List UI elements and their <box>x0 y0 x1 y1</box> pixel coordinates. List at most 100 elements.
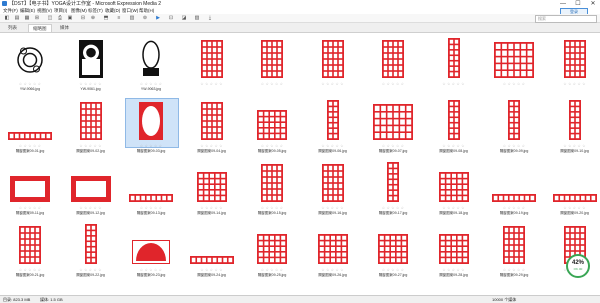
thumbnail-image[interactable] <box>261 164 283 204</box>
search-input[interactable]: 搜索 <box>535 15 597 23</box>
thumbnail-item[interactable]: ☆ ☆ ☆ ☆ ☆隔窗图案09-28.jpg <box>424 219 484 279</box>
thumbnail-item[interactable]: ☆ ☆ ☆ ☆ ☆隔窗图案09-11.jpg <box>0 157 60 217</box>
thumbnail-image[interactable] <box>17 42 43 80</box>
thumbnail-item[interactable]: ☆ ☆ ☆ ☆ ☆隔窗图案09-05.jpg <box>242 95 302 155</box>
thumbnail-item[interactable]: ☆ ☆ ☆ ☆ ☆隔窗图案09-06.jpg <box>303 95 363 155</box>
thumbnail-image[interactable] <box>19 226 41 266</box>
thumbnail-item[interactable]: ☆ ☆ ☆ ☆ ☆隔窗图案09-04.jpg <box>182 95 242 155</box>
thumbnail-image[interactable] <box>564 40 586 80</box>
thumbnail-item[interactable]: ☆ ☆ ☆ ☆ ☆隔窗图案09-10.jpg <box>545 95 600 155</box>
rating-stars[interactable]: ☆ ☆ ☆ ☆ ☆ <box>363 82 423 86</box>
thumbnail-item[interactable]: ☆ ☆ ☆ ☆ ☆YW-9061.jpg <box>61 33 121 93</box>
thumbnail-image[interactable] <box>201 40 223 80</box>
rating-stars[interactable]: ☆ ☆ ☆ ☆ ☆ <box>545 82 600 86</box>
thumbnail-item[interactable]: ☆ ☆ ☆ ☆ ☆隔窗图案09-17.jpg <box>363 157 423 217</box>
tab-thumbnails[interactable]: 缩略图 <box>28 24 52 32</box>
thumbnail-item[interactable]: ☆ ☆ ☆ ☆ ☆隔窗图案09-01.jpg <box>0 95 60 155</box>
thumbnail-image[interactable] <box>201 102 223 142</box>
rating-stars[interactable]: ☆ ☆ ☆ ☆ ☆ <box>0 82 60 86</box>
rating-stars[interactable]: ☆ ☆ ☆ ☆ ☆ <box>0 144 60 148</box>
rating-stars[interactable]: ☆ ☆ ☆ ☆ ☆ <box>242 268 302 272</box>
thumbnail-item[interactable]: ☆ ☆ ☆ ☆ ☆隔窗图案09-02.jpg <box>61 95 121 155</box>
tab-media[interactable]: 媒体 <box>56 24 73 31</box>
play-slideshow-button[interactable]: ▶ <box>154 15 162 21</box>
toolbar-btn-11[interactable]: ≡ <box>115 15 123 21</box>
thumbnail-item[interactable]: ☆ ☆ ☆ ☆ ☆YW-9066.jpg <box>0 33 60 93</box>
thumbnail-image[interactable] <box>79 40 103 80</box>
thumbnail-image[interactable] <box>141 38 161 80</box>
thumbnail-item[interactable]: ☆ ☆ ☆ ☆ ☆隔窗图案09-16.jpg <box>303 157 363 217</box>
toolbar-btn-4[interactable]: ⊞ <box>33 15 41 21</box>
thumbnail-item[interactable]: ☆ ☆ ☆ ☆ ☆隔窗图案09-20.jpg <box>545 157 600 217</box>
thumbnail-image[interactable] <box>508 100 520 142</box>
thumbnail-image[interactable] <box>439 234 469 266</box>
rating-stars[interactable]: ☆ ☆ ☆ ☆ ☆ <box>424 144 484 148</box>
thumbnail-item[interactable]: ☆ ☆ ☆ ☆ ☆隔窗图案09-25.jpg <box>242 219 302 279</box>
thumbnail-item[interactable]: ☆ ☆ ☆ ☆ ☆隔窗图案09-12.jpg <box>61 157 121 217</box>
toolbar-btn-3[interactable]: ▦ <box>23 15 31 21</box>
tab-list[interactable]: 列表 <box>4 24 21 31</box>
rating-stars[interactable]: ☆ ☆ ☆ ☆ ☆ <box>121 206 181 210</box>
thumbnail-item[interactable]: ☆ ☆ ☆ ☆ ☆隔窗图案09-23.jpg <box>121 219 181 279</box>
rating-stars[interactable]: ☆ ☆ ☆ ☆ ☆ <box>61 82 121 86</box>
thumbnail-item[interactable]: ☆ ☆ ☆ ☆ ☆隔窗图案09-07.jpg <box>363 95 423 155</box>
rating-stars[interactable]: ☆ ☆ ☆ ☆ ☆ <box>182 82 242 86</box>
rating-stars[interactable]: ☆ ☆ ☆ ☆ ☆ <box>545 206 600 210</box>
thumbnail-image[interactable] <box>494 42 534 80</box>
rating-stars[interactable]: ☆ ☆ ☆ ☆ ☆ <box>0 268 60 272</box>
rating-stars[interactable]: ☆ ☆ ☆ ☆ ☆ <box>303 82 363 86</box>
thumbnail-image[interactable] <box>318 234 348 266</box>
thumbnail-item[interactable]: ☆ ☆ ☆ ☆ ☆隔窗图案09-24.jpg <box>182 219 242 279</box>
rating-stars[interactable]: ☆ ☆ ☆ ☆ ☆ <box>242 144 302 148</box>
rating-stars[interactable]: ☆ ☆ ☆ ☆ ☆ <box>484 82 544 86</box>
rating-stars[interactable]: ☆ ☆ ☆ ☆ ☆ <box>484 144 544 148</box>
thumbnail-image[interactable] <box>322 164 344 204</box>
rating-stars[interactable]: ☆ ☆ ☆ ☆ ☆ <box>424 206 484 210</box>
rating-stars[interactable]: ☆ ☆ ☆ ☆ ☆ <box>424 82 484 86</box>
thumbnail-item[interactable]: ☆ ☆ ☆ ☆ ☆隔窗图案09-14.jpg <box>182 157 242 217</box>
rating-stars[interactable]: ☆ ☆ ☆ ☆ ☆ <box>61 206 121 210</box>
thumbnail-item[interactable]: ☆ ☆ ☆ ☆ ☆隔窗图案09-03.jpg <box>121 95 181 155</box>
thumbnail-image[interactable] <box>387 162 399 204</box>
thumbnail-item[interactable]: ☆ ☆ ☆ ☆ ☆ <box>545 33 600 93</box>
thumbnail-item[interactable]: ☆ ☆ ☆ ☆ ☆隔窗图案09-13.jpg <box>121 157 181 217</box>
toolbar-btn-15[interactable]: ⊡ <box>167 15 175 21</box>
thumbnail-item[interactable]: ☆ ☆ ☆ ☆ ☆隔窗图案09-27.jpg <box>363 219 423 279</box>
thumbnail-item[interactable]: ☆ ☆ ☆ ☆ ☆ <box>303 33 363 93</box>
rating-stars[interactable]: ☆ ☆ ☆ ☆ ☆ <box>484 268 544 272</box>
rating-stars[interactable]: ☆ ☆ ☆ ☆ ☆ <box>303 268 363 272</box>
thumbnail-image[interactable] <box>322 40 344 80</box>
thumbnail-item[interactable]: ☆ ☆ ☆ ☆ ☆隔窗图案09-22.jpg <box>61 219 121 279</box>
thumbnail-item[interactable]: ☆ ☆ ☆ ☆ ☆ <box>424 33 484 93</box>
rating-stars[interactable]: ☆ ☆ ☆ ☆ ☆ <box>303 206 363 210</box>
rating-stars[interactable]: ☆ ☆ ☆ ☆ ☆ <box>61 268 121 272</box>
toolbar-btn-10[interactable]: ⬒ <box>102 15 110 21</box>
toolbar-btn-5[interactable]: ◫ <box>46 15 54 21</box>
toolbar-btn-16[interactable]: ◪ <box>180 15 188 21</box>
rating-stars[interactable]: ☆ ☆ ☆ ☆ ☆ <box>363 206 423 210</box>
toolbar-btn-17[interactable]: ▨ <box>193 15 201 21</box>
thumbnail-image[interactable] <box>503 226 525 266</box>
thumbnail-image[interactable] <box>327 100 339 142</box>
rating-stars[interactable]: ☆ ☆ ☆ ☆ ☆ <box>0 206 60 210</box>
thumbnail-image[interactable] <box>85 224 97 266</box>
thumbnail-image[interactable] <box>448 38 460 80</box>
thumbnail-item[interactable]: ☆ ☆ ☆ ☆ ☆隔窗图案09-19.jpg <box>484 157 544 217</box>
thumbnail-image[interactable] <box>257 110 287 142</box>
thumbnail-item[interactable]: ☆ ☆ ☆ ☆ ☆隔窗图案09-15.jpg <box>242 157 302 217</box>
rating-stars[interactable]: ☆ ☆ ☆ ☆ ☆ <box>182 268 242 272</box>
thumbnail-item[interactable]: ☆ ☆ ☆ ☆ ☆隔窗图案09-26.jpg <box>303 219 363 279</box>
thumbnail-image[interactable] <box>492 194 536 204</box>
rating-stars[interactable]: ☆ ☆ ☆ ☆ ☆ <box>484 206 544 210</box>
thumbnail-image[interactable] <box>448 100 460 142</box>
rating-stars[interactable]: ☆ ☆ ☆ ☆ ☆ <box>424 268 484 272</box>
thumbnail-item[interactable]: ☆ ☆ ☆ ☆ ☆ <box>363 33 423 93</box>
thumbnail-item[interactable]: ☆ ☆ ☆ ☆ ☆隔窗图案09-21.jpg <box>0 219 60 279</box>
thumbnail-image[interactable] <box>382 40 404 80</box>
thumbnail-image[interactable] <box>80 102 102 142</box>
thumbnail-image[interactable] <box>257 234 287 266</box>
thumbnail-image[interactable] <box>71 176 111 204</box>
toolbar-btn-9[interactable]: ⊕ <box>89 15 97 21</box>
toolbar-btn-2[interactable]: ▤ <box>13 15 21 21</box>
toolbar-btn-8[interactable]: ⊟ <box>79 15 87 21</box>
